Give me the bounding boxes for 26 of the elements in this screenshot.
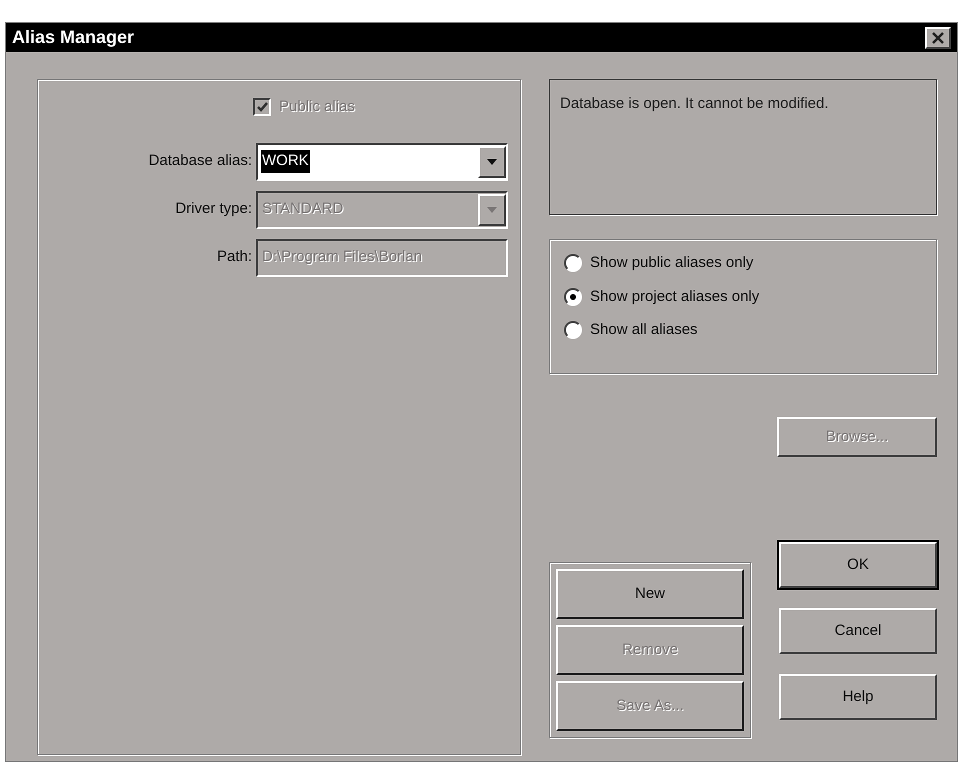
combo-box[interactable]: WORK (256, 142, 508, 180)
field-label: Database alias: (148, 151, 253, 172)
field-value: WORK (261, 150, 310, 173)
action-button[interactable]: New (556, 569, 744, 619)
dialog-button[interactable]: Cancel (779, 608, 937, 654)
check-icon (256, 102, 268, 112)
radio-label: Show project aliases only (590, 286, 760, 306)
radio-label: Show all aliases (590, 320, 698, 340)
radio-button[interactable] (564, 288, 582, 306)
dialog-button[interactable]: Help (779, 674, 937, 720)
field-label: Driver type: (174, 199, 253, 220)
radio-button[interactable] (564, 254, 582, 272)
close-icon (931, 32, 945, 44)
public-alias-label: Public alias (279, 97, 355, 117)
field-value: STANDARD (261, 199, 344, 220)
caret-icon (487, 206, 497, 212)
status-message: Database is open. It cannot be modified. (549, 79, 937, 215)
dropdown-button[interactable] (478, 146, 506, 178)
dialog-button[interactable]: OK (779, 542, 937, 588)
close-button[interactable] (925, 26, 951, 48)
window-title: Alias Manager (12, 26, 134, 49)
field-label: Path: (216, 247, 253, 268)
radio-label: Show public aliases only (590, 253, 754, 273)
radio-button[interactable] (564, 321, 582, 340)
caret-icon (487, 158, 497, 164)
field-value: D:\Program Files\Borlan (261, 247, 424, 268)
